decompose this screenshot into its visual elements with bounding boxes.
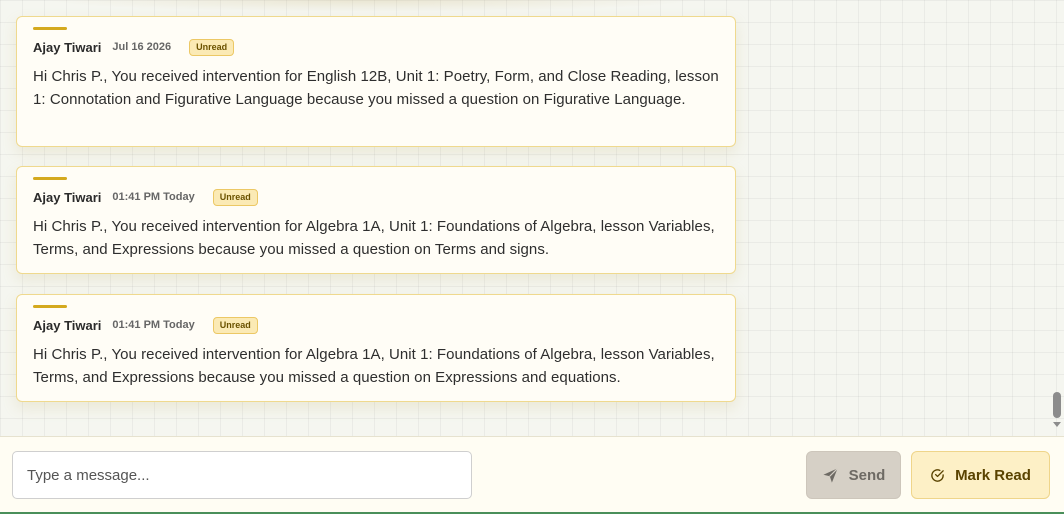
message-composer: Send Mark Read bbox=[0, 436, 1064, 512]
message-author: Ajay Tiwari bbox=[33, 317, 102, 333]
message-card: Ajay Tiwari 01:41 PM Today Unread Hi Chr… bbox=[16, 166, 736, 274]
message-card: Ajay Tiwari Jul 16 2026 Unread Hi Chris … bbox=[16, 16, 736, 147]
message-accent-bar bbox=[33, 305, 67, 308]
message-author: Ajay Tiwari bbox=[33, 189, 102, 205]
message-body: Hi Chris P., You received intervention f… bbox=[33, 68, 719, 108]
previous-message-shadow bbox=[40, 0, 700, 12]
send-icon bbox=[823, 467, 838, 483]
send-label: Send bbox=[848, 466, 886, 484]
unread-badge: Unread bbox=[212, 316, 258, 334]
send-button[interactable]: Send bbox=[806, 451, 901, 499]
message-card: Ajay Tiwari 01:41 PM Today Unread Hi Chr… bbox=[16, 294, 736, 402]
scrollbar-thumb[interactable] bbox=[1053, 392, 1061, 418]
mark-read-label: Mark Read bbox=[955, 466, 1031, 484]
mark-read-button[interactable]: Mark Read bbox=[911, 451, 1050, 499]
message-body: Hi Chris P., You received intervention f… bbox=[33, 346, 715, 386]
message-author: Ajay Tiwari bbox=[33, 39, 102, 55]
message-header: Ajay Tiwari 01:41 PM Today Unread bbox=[33, 188, 719, 206]
message-input[interactable] bbox=[12, 451, 472, 499]
unread-badge: Unread bbox=[212, 188, 258, 206]
message-body: Hi Chris P., You received intervention f… bbox=[33, 218, 715, 258]
thread-scrollbar[interactable] bbox=[1052, 0, 1062, 436]
message-timestamp: Jul 16 2026 bbox=[112, 41, 172, 53]
message-thread[interactable]: Ajay Tiwari Jul 16 2026 Unread Hi Chris … bbox=[0, 0, 1064, 436]
unread-badge: Unread bbox=[189, 38, 235, 56]
message-header: Ajay Tiwari 01:41 PM Today Unread bbox=[33, 316, 719, 334]
message-accent-bar bbox=[33, 177, 67, 180]
check-circle-icon bbox=[931, 468, 944, 482]
message-header: Ajay Tiwari Jul 16 2026 Unread bbox=[33, 38, 719, 56]
message-timestamp: 01:41 PM Today bbox=[112, 191, 195, 203]
message-timestamp: 01:41 PM Today bbox=[112, 319, 195, 331]
scroll-down-arrow-icon[interactable] bbox=[1053, 422, 1061, 427]
chat-window: Ajay Tiwari Jul 16 2026 Unread Hi Chris … bbox=[0, 0, 1064, 514]
message-accent-bar bbox=[33, 27, 67, 30]
